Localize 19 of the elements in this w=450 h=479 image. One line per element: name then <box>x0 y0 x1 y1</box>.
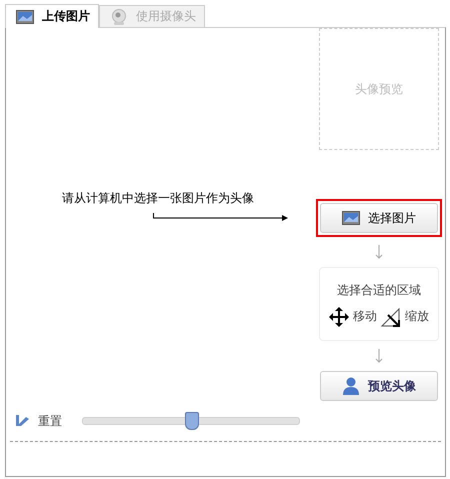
tab[interactable]: 上传图片 <box>5 4 99 28</box>
move-icon <box>329 306 349 326</box>
preview-avatar-button[interactable]: 预览头像 <box>320 371 438 401</box>
instruction-text: 请从计算机中选择一张图片作为头像 <box>62 190 255 207</box>
region-title: 选择合适的区域 <box>337 282 421 298</box>
webcam-icon <box>110 8 128 24</box>
slider-thumb[interactable] <box>185 412 199 430</box>
picture-icon <box>16 10 34 24</box>
down-arrow-icon <box>375 245 383 259</box>
picture-icon <box>342 211 360 225</box>
person-icon <box>342 377 360 395</box>
scale-label: 缩放 <box>405 308 429 325</box>
move-label: 移动 <box>353 308 377 325</box>
down-arrow-icon <box>375 349 383 363</box>
choose-image-button[interactable]: 选择图片 <box>320 203 438 233</box>
reset-label[interactable]: 重置 <box>38 412 62 430</box>
avatar-preview-area: 头像预览 <box>319 28 439 150</box>
resize-icon <box>381 306 401 326</box>
arrow-icon <box>153 213 289 223</box>
